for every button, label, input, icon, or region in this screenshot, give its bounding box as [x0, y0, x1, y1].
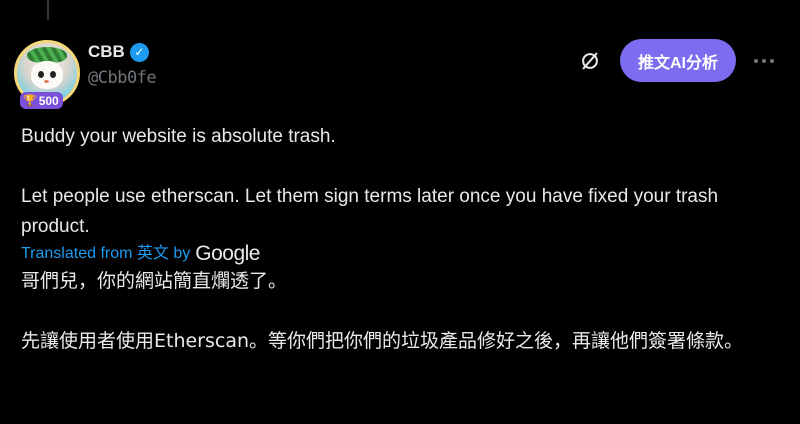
translated-from-label[interactable]: Translated from 英文 by: [21, 242, 190, 266]
avatar-nose: [44, 80, 49, 83]
avatar-eye-right: [50, 71, 56, 78]
avatar-face: [31, 61, 63, 89]
translation-attribution[interactable]: Translated from 英文 by Google: [21, 242, 791, 266]
display-name[interactable]: CBB: [88, 42, 125, 62]
translated-text-line-2: 先讓使用者使用Etherscan。等你們把你們的垃圾產品修好之後，再讓他們簽署條…: [21, 330, 744, 352]
translated-text-line-1: 哥們兒，你的網站簡直爛透了。: [21, 270, 288, 292]
more-dots-icon[interactable]: [748, 46, 780, 76]
slash-circle-icon[interactable]: [575, 46, 605, 76]
author-name-row[interactable]: CBB ✓: [88, 42, 149, 62]
user-handle[interactable]: @Cbb0fe: [88, 68, 157, 88]
thread-connector-line: [47, 0, 49, 20]
verified-check-icon[interactable]: ✓: [129, 42, 149, 62]
trophy-icon: 🏆: [23, 95, 37, 107]
tweet-text-line-2: Let people use etherscan. Let them sign …: [21, 186, 719, 237]
avatar-eye-left: [38, 71, 44, 78]
ai-analysis-button[interactable]: 推文AI分析: [620, 39, 736, 82]
tweet-body: Buddy your website is absolute trash. Le…: [21, 122, 791, 356]
rank-badge-value: 500: [38, 93, 59, 108]
tweet-text-line-1: Buddy your website is absolute trash.: [21, 126, 336, 147]
rank-badge: 🏆 500: [20, 92, 63, 109]
google-logo: Google: [195, 242, 260, 265]
